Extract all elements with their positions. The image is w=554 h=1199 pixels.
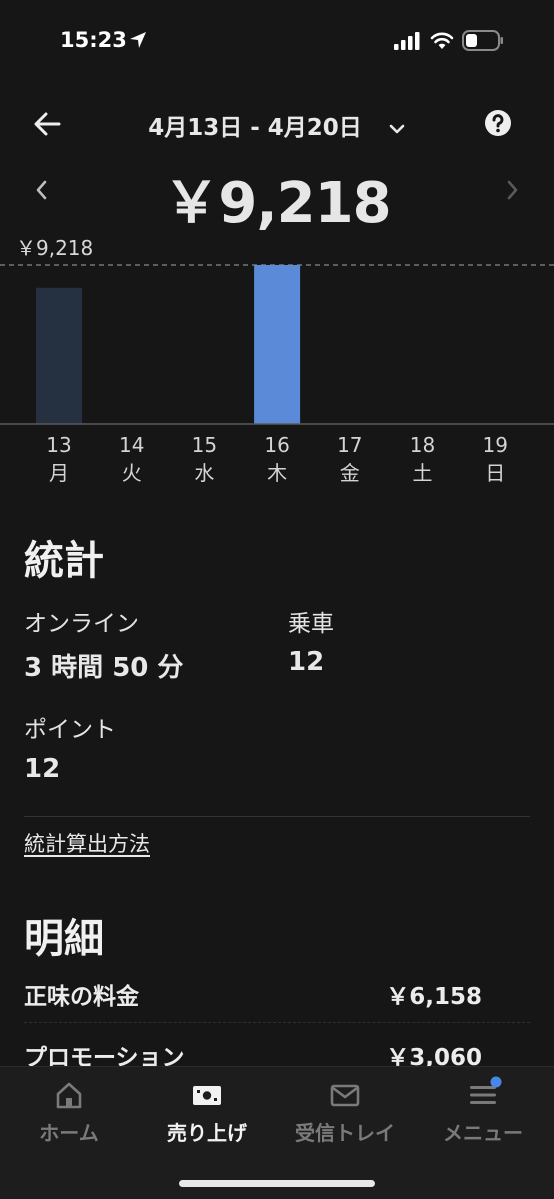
earnings-chart: ￥9,218 13 月 14 火 15 水 16 木 17 金 18 土 19 日 bbox=[0, 228, 554, 500]
mail-icon bbox=[330, 1084, 360, 1107]
home-indicator bbox=[179, 1180, 375, 1187]
breakdown-title: 明細 bbox=[24, 916, 104, 962]
points-label: ポイント bbox=[24, 717, 116, 743]
next-week-arrow-icon[interactable] bbox=[506, 178, 520, 202]
chart-tick-date: 19 bbox=[482, 433, 507, 457]
nav-item-home[interactable]: ホーム bbox=[0, 1081, 138, 1146]
points-value: 12 bbox=[24, 754, 61, 784]
home-icon bbox=[56, 1082, 82, 1109]
help-icon[interactable] bbox=[484, 109, 512, 137]
stats-title: 統計 bbox=[24, 538, 104, 584]
rides-value: 12 bbox=[288, 647, 325, 677]
breakdown-row-value: ￥6,158 bbox=[386, 984, 482, 1010]
chart-tick-day: 土 bbox=[413, 461, 433, 485]
nav-item-inbox[interactable]: 受信トレイ bbox=[276, 1081, 414, 1146]
chart-tick-date: 17 bbox=[337, 433, 362, 457]
stats-method-link[interactable]: 統計算出方法 bbox=[24, 828, 150, 858]
stats-divider bbox=[24, 816, 530, 817]
breakdown-row-net-fare[interactable]: 正味の料金 ￥6,158 bbox=[24, 977, 482, 1017]
chart-tick-day: 日 bbox=[485, 461, 505, 485]
status-time: 15:23 bbox=[60, 28, 127, 52]
nav-label-home: ホーム bbox=[39, 1121, 99, 1145]
nav-item-earnings[interactable]: 売り上げ bbox=[138, 1081, 276, 1146]
date-range-selector[interactable]: 4月13日 - 4月20日 bbox=[0, 108, 554, 142]
notification-dot-icon bbox=[490, 1076, 502, 1088]
chart-tick-day: 金 bbox=[340, 461, 360, 485]
earnings-bar-chart: 13 月 14 火 15 水 16 木 17 金 18 土 19 日 bbox=[0, 264, 554, 485]
online-label: オンライン bbox=[24, 611, 139, 637]
online-value: 3 時間 50 分 bbox=[24, 653, 184, 683]
date-range-text: 4月13日 - 4月20日 bbox=[148, 115, 362, 141]
chart-bar-13[interactable] bbox=[36, 287, 82, 424]
location-arrow-icon bbox=[130, 32, 146, 48]
chart-tick-day: 水 bbox=[194, 461, 214, 485]
nav-item-menu[interactable]: メニュー bbox=[414, 1076, 552, 1146]
cellular-signal-icon bbox=[394, 32, 420, 50]
chart-tick-date: 16 bbox=[264, 433, 289, 457]
chart-tick-day: 木 bbox=[267, 461, 287, 485]
menu-icon bbox=[470, 1076, 502, 1104]
earnings-icon bbox=[193, 1086, 221, 1105]
chevron-down-icon bbox=[389, 124, 405, 133]
rides-label: 乗車 bbox=[288, 611, 334, 637]
chart-tick-date: 18 bbox=[410, 433, 435, 457]
chart-tick-date: 14 bbox=[119, 433, 144, 457]
chart-tick-day: 火 bbox=[122, 461, 142, 485]
chart-tick-date: 15 bbox=[192, 433, 217, 457]
earnings-total: ￥9,218 bbox=[163, 171, 391, 236]
chart-tick-date: 13 bbox=[46, 433, 71, 457]
chart-bar-16[interactable] bbox=[254, 265, 301, 424]
nav-label-earnings: 売り上げ bbox=[167, 1121, 247, 1145]
nav-label-inbox: 受信トレイ bbox=[295, 1121, 395, 1145]
breakdown-divider bbox=[24, 1022, 530, 1023]
battery-icon bbox=[462, 30, 503, 51]
chart-tick-day: 月 bbox=[49, 461, 69, 485]
wifi-icon bbox=[430, 32, 454, 49]
status-bar: 15:23 bbox=[0, 0, 554, 80]
breakdown-row-label: 正味の料金 bbox=[24, 984, 139, 1010]
nav-label-menu: メニュー bbox=[443, 1121, 523, 1145]
